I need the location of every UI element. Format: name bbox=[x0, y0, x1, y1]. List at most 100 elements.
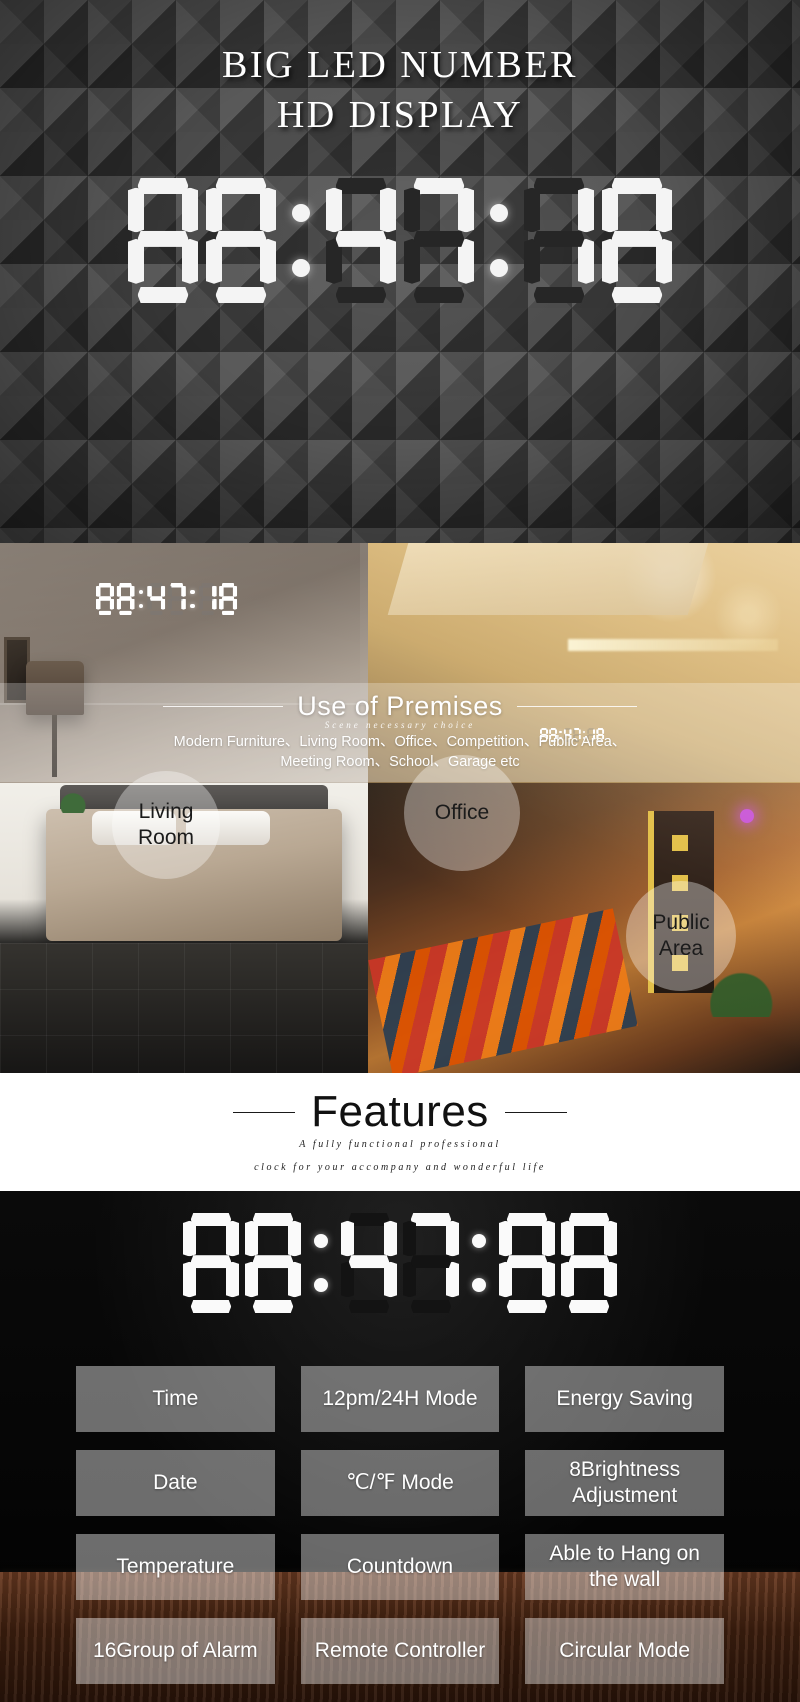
feature-label: Time bbox=[152, 1387, 199, 1410]
segment-top-left bbox=[499, 1220, 512, 1257]
premises-subtitle: Scene necessary choice bbox=[324, 720, 476, 730]
premises-list-line1: Modern Furniture、Living Room、Office、Comp… bbox=[173, 734, 627, 750]
hero-title-line2: HD DISPLAY bbox=[276, 94, 524, 136]
segment-top bbox=[506, 1213, 548, 1226]
segment-bottom bbox=[533, 287, 585, 303]
scene-badge-office-label: Office bbox=[434, 801, 490, 824]
segment-top-left bbox=[128, 187, 144, 233]
segment-bottom bbox=[335, 287, 387, 303]
segment-bottom bbox=[149, 610, 163, 615]
segment-bottom bbox=[506, 1300, 548, 1313]
segment-bottom bbox=[410, 1300, 452, 1313]
segment-top bbox=[149, 583, 163, 588]
segment-bottom bbox=[201, 610, 214, 615]
use-of-premises-banner: Use of Premises Scene necessary choice M… bbox=[0, 683, 800, 782]
colon-dot-2 bbox=[490, 259, 508, 277]
segment-top bbox=[98, 583, 112, 588]
segment-top bbox=[170, 583, 184, 588]
led-colon bbox=[472, 1213, 486, 1313]
colon-dot-2 bbox=[138, 603, 144, 609]
scene-badge-living-room: Living Room bbox=[112, 771, 220, 879]
segment-middle bbox=[98, 596, 112, 601]
led-colon bbox=[490, 178, 508, 303]
segment-top-left bbox=[219, 585, 224, 597]
segment-middle bbox=[533, 230, 585, 247]
segment-top bbox=[252, 1213, 294, 1226]
feature-label: Able to Hang on the wall bbox=[549, 1542, 700, 1591]
segment-top bbox=[190, 1213, 232, 1226]
segment-middle bbox=[611, 230, 663, 247]
segment-middle bbox=[221, 596, 235, 601]
segment-middle bbox=[170, 596, 184, 601]
segment-top-left bbox=[326, 187, 342, 233]
segment-top bbox=[201, 583, 214, 588]
segment-top-left bbox=[147, 585, 152, 597]
rule-left bbox=[163, 706, 284, 707]
segment-top bbox=[335, 178, 387, 194]
colon-dot-1 bbox=[189, 589, 195, 595]
segment-top-left bbox=[524, 187, 540, 233]
segment-middle bbox=[252, 1255, 294, 1269]
segment-bottom bbox=[170, 610, 184, 615]
segment-top-right bbox=[604, 1220, 617, 1257]
segment-middle bbox=[568, 1255, 610, 1269]
led-colon bbox=[314, 1213, 328, 1313]
segment-top bbox=[568, 1213, 610, 1226]
feature-label: Temperature bbox=[116, 1555, 235, 1578]
led-digit-4 bbox=[147, 583, 166, 615]
features-title: Features bbox=[311, 1087, 489, 1136]
segment-top-right bbox=[384, 1220, 397, 1257]
feature-cell: Able to Hang on the wall bbox=[525, 1534, 724, 1600]
feature-list-grid: Time 12pm/24H Mode Energy Saving Date ℃/℉ Mo… bbox=[76, 1366, 724, 1684]
rule-right bbox=[516, 706, 637, 707]
segment-bottom bbox=[98, 610, 112, 615]
segment-top-right bbox=[260, 187, 276, 233]
segment-middle bbox=[201, 596, 214, 601]
scene-badge-public-area: Public Area bbox=[626, 881, 736, 991]
segment-top-right bbox=[181, 585, 186, 597]
colon-dot-1 bbox=[472, 1234, 486, 1248]
mini-led-clock-living-room bbox=[96, 583, 238, 620]
hero-led-clock bbox=[128, 178, 672, 303]
feature-cell: ℃/℉ Mode bbox=[300, 1450, 500, 1516]
feature-label: Circular Mode bbox=[559, 1639, 691, 1662]
segment-bottom bbox=[568, 1300, 610, 1313]
led-digit-1 bbox=[524, 178, 594, 303]
segment-top bbox=[413, 178, 465, 194]
segment-top-left bbox=[167, 585, 173, 597]
features-grid-section: Time 12pm/24H Mode Energy Saving Date ℃/℉ Mo… bbox=[0, 1191, 800, 1702]
segment-bottom bbox=[348, 1300, 390, 1313]
feature-label: ℃/℉ Mode bbox=[346, 1471, 454, 1494]
features-subtitle-line1: A fully functional professional bbox=[299, 1139, 501, 1150]
feature-cell: 12pm/24H Mode bbox=[300, 1366, 500, 1432]
led-digit-8 bbox=[96, 583, 114, 615]
segment-top bbox=[533, 178, 585, 194]
colon-dot-2 bbox=[189, 603, 195, 609]
segment-top-left bbox=[206, 187, 222, 233]
led-colon bbox=[138, 583, 144, 615]
led-digit-4 bbox=[326, 178, 396, 303]
led-digit-8 bbox=[116, 583, 135, 615]
magazine-shelf bbox=[368, 908, 638, 1073]
premises-heading-row: Use of Premises bbox=[0, 691, 800, 722]
segment-top-right bbox=[226, 1220, 239, 1257]
feature-label: Remote Controller bbox=[314, 1639, 486, 1662]
segment-top-right bbox=[182, 187, 198, 233]
segment-middle bbox=[335, 230, 387, 247]
scene-badge-living-room-label: Living Room bbox=[137, 800, 195, 849]
colon-dot-1 bbox=[138, 589, 144, 595]
segment-middle bbox=[137, 230, 189, 247]
led-digit-8 bbox=[499, 1213, 555, 1313]
feature-label: 8Brightness Adjustment bbox=[569, 1458, 681, 1507]
segment-top-right bbox=[232, 585, 238, 597]
plant bbox=[58, 789, 88, 813]
segment-top-left bbox=[183, 1220, 196, 1257]
feature-cell: Circular Mode bbox=[525, 1618, 724, 1684]
segment-middle bbox=[190, 1255, 232, 1269]
feature-label: Energy Saving bbox=[556, 1387, 693, 1410]
segment-bottom bbox=[215, 287, 267, 303]
segment-top bbox=[348, 1213, 390, 1226]
use-of-premises-section: Use of Premises Scene necessary choice M… bbox=[0, 543, 800, 1073]
premises-list: Modern Furniture、Living Room、Office、Comp… bbox=[0, 732, 800, 772]
rule-right bbox=[504, 1111, 567, 1113]
